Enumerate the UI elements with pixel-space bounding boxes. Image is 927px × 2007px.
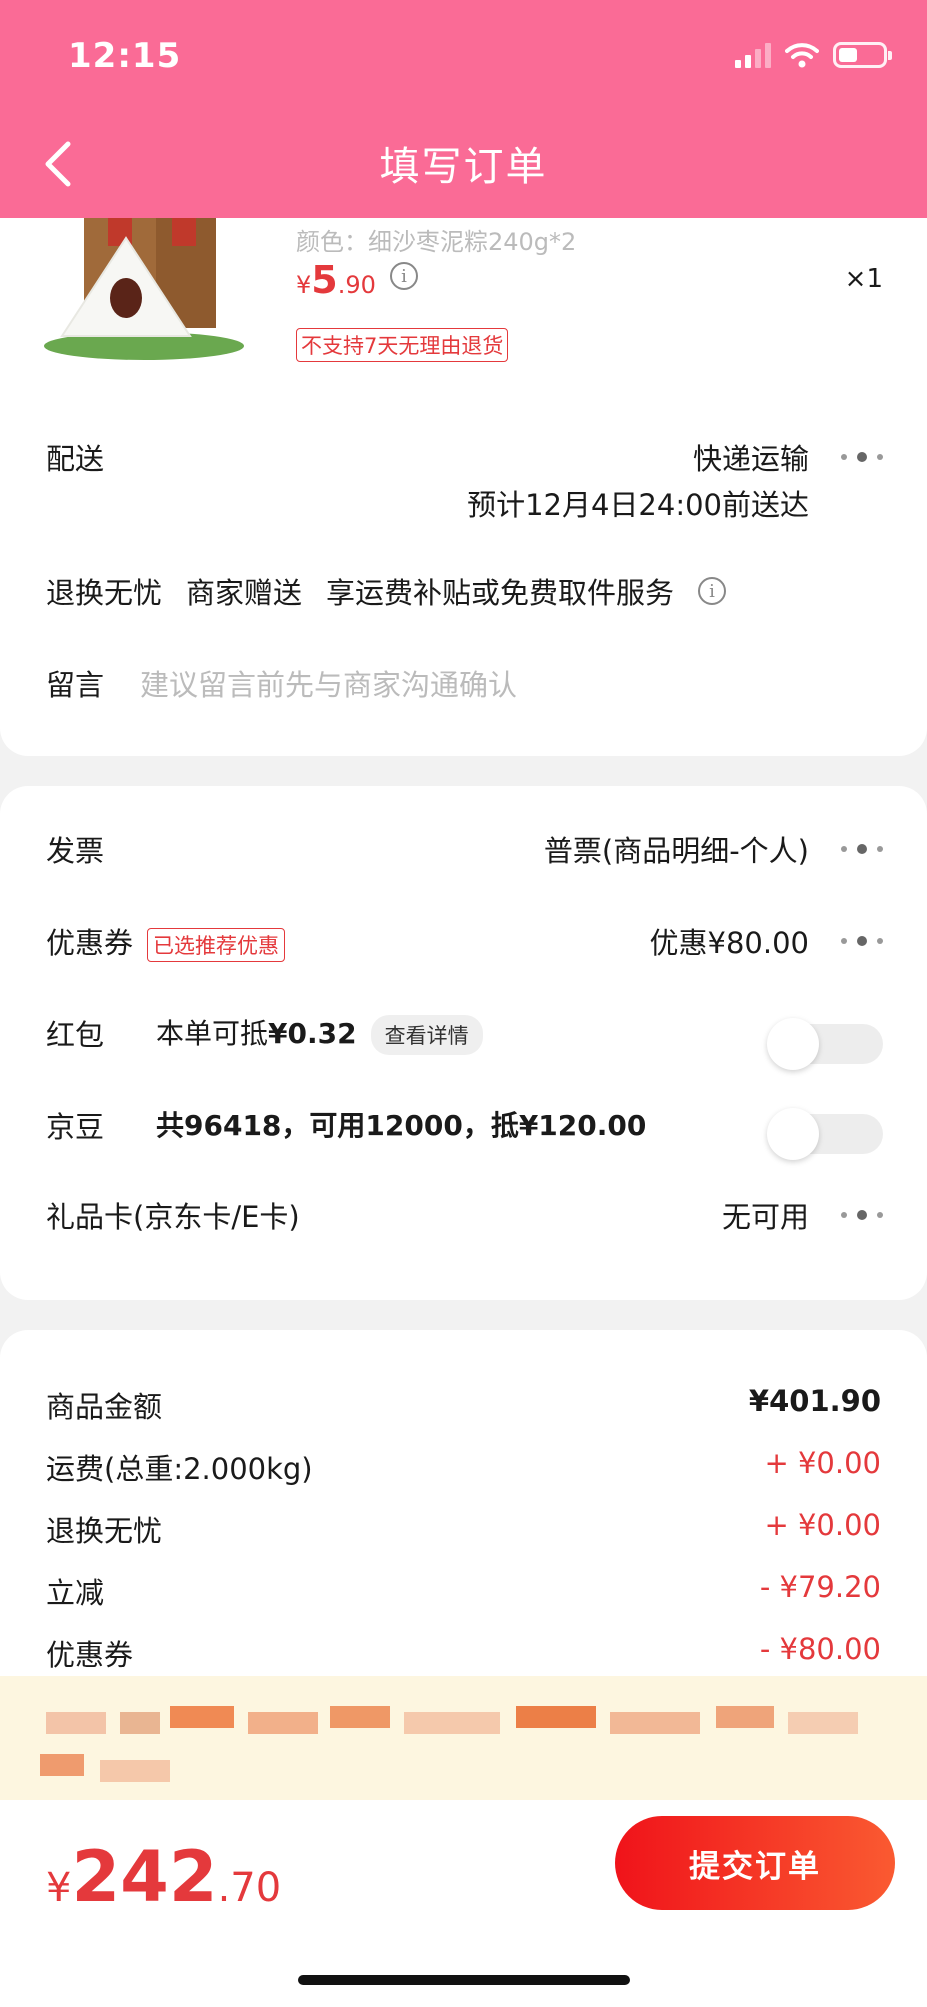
delivery-eta: 预计12月4日24:00前送达 bbox=[467, 488, 809, 522]
coupon-label: 优惠券 bbox=[46, 926, 134, 960]
service-item: 退换无忧 bbox=[46, 576, 163, 610]
product-price: ¥5.90 bbox=[296, 258, 376, 302]
gift-card-value[interactable]: 无可用 bbox=[722, 1194, 809, 1236]
order-item-card: 颜色：细沙枣泥粽240g*2 ¥5.90 i ×1 不支持7天无理由退货 配送 … bbox=[0, 218, 927, 756]
product-image[interactable] bbox=[44, 218, 270, 360]
jd-beans-value: 共96418，可用12000，抵¥120.00 bbox=[156, 1109, 647, 1142]
notice-bar-blurred bbox=[0, 1676, 927, 1800]
coupon-more-icon[interactable] bbox=[841, 936, 883, 946]
price-info-icon[interactable]: i bbox=[390, 262, 418, 290]
price-dec: .90 bbox=[337, 271, 376, 299]
view-details-button[interactable]: 查看详情 bbox=[370, 1015, 483, 1055]
red-packet-prefix: 本单可抵 bbox=[156, 1017, 269, 1050]
red-packet-toggle[interactable] bbox=[767, 1018, 883, 1070]
jd-beans-toggle[interactable] bbox=[767, 1108, 883, 1160]
message-label: 留言 bbox=[46, 668, 105, 702]
home-indicator bbox=[298, 1975, 630, 1985]
status-icons bbox=[735, 40, 892, 70]
summary-label: 立减 bbox=[46, 1576, 105, 1610]
delivery-method[interactable]: 快递运输 bbox=[693, 436, 809, 478]
total-price: ¥242.70 bbox=[46, 1836, 281, 1918]
header-bar: 12:15 填写订单 bbox=[0, 0, 927, 218]
summary-value: ¥401.90 bbox=[748, 1384, 881, 1418]
submit-order-button[interactable]: 提交订单 bbox=[615, 1816, 895, 1910]
service-item: 商家赠送 bbox=[186, 576, 303, 610]
price-currency: ¥ bbox=[296, 271, 312, 299]
gift-card-more-icon[interactable] bbox=[841, 1210, 883, 1220]
summary-label: 优惠券 bbox=[46, 1638, 134, 1672]
service-line[interactable]: 退换无忧 商家赠送 享运费补贴或免费取件服务 i bbox=[46, 570, 727, 612]
product-spec: 颜色：细沙枣泥粽240g*2 bbox=[296, 228, 577, 256]
cellular-signal-icon bbox=[735, 42, 771, 68]
total-currency: ¥ bbox=[46, 1865, 72, 1911]
summary-value: - ¥80.00 bbox=[759, 1632, 881, 1666]
red-packet-value: 本单可抵¥0.32 查看详情 bbox=[156, 1012, 483, 1055]
invoice-more-icon[interactable] bbox=[841, 844, 883, 854]
delivery-label: 配送 bbox=[46, 442, 105, 476]
delivery-more-icon[interactable] bbox=[841, 452, 883, 462]
coupon-value[interactable]: 优惠¥80.00 bbox=[650, 920, 809, 962]
service-item: 享运费补贴或免费取件服务 bbox=[326, 576, 675, 610]
summary-label: 运费(总重:2.000kg) bbox=[46, 1452, 313, 1486]
summary-label: 商品金额 bbox=[46, 1390, 163, 1424]
status-time: 12:15 bbox=[68, 36, 182, 76]
coupon-row: 优惠券 已选推荐优惠 bbox=[46, 920, 286, 962]
wifi-icon bbox=[785, 43, 819, 68]
red-packet-label: 红包 bbox=[46, 1018, 105, 1052]
price-int: 5 bbox=[311, 258, 338, 302]
payment-options-card: 发票 普票(商品明细-个人) 优惠券 已选推荐优惠 优惠¥80.00 红包 本单可… bbox=[0, 786, 927, 1300]
page-title: 填写订单 bbox=[379, 144, 548, 190]
message-input[interactable]: 建议留言前先与商家沟通确认 bbox=[140, 662, 517, 704]
invoice-label: 发票 bbox=[46, 834, 105, 868]
summary-value: + ¥0.00 bbox=[764, 1508, 881, 1542]
red-packet-amount: ¥0.32 bbox=[268, 1017, 357, 1050]
battery-icon bbox=[833, 42, 892, 68]
total-int: 242 bbox=[71, 1836, 218, 1918]
total-dec: .70 bbox=[217, 1865, 282, 1911]
summary-value: + ¥0.00 bbox=[764, 1446, 881, 1480]
return-policy-tag: 不支持7天无理由退货 bbox=[296, 328, 509, 362]
product-quantity: ×1 bbox=[844, 264, 883, 294]
coupon-badge: 已选推荐优惠 bbox=[147, 928, 286, 962]
summary-label: 退换无忧 bbox=[46, 1514, 163, 1548]
service-info-icon[interactable]: i bbox=[698, 577, 727, 605]
gift-card-label: 礼品卡(京东卡/E卡) bbox=[46, 1200, 300, 1234]
invoice-value[interactable]: 普票(商品明细-个人) bbox=[544, 828, 809, 870]
summary-value: - ¥79.20 bbox=[759, 1570, 881, 1604]
price-summary-card: 商品金额 ¥401.90 运费(总重:2.000kg) + ¥0.00 退换无忧… bbox=[0, 1330, 927, 1680]
jd-beans-label: 京豆 bbox=[46, 1110, 105, 1144]
order-page: 12:15 填写订单 颜色：细沙枣泥粽240g*2 ¥5.90 i ×1 不支持… bbox=[0, 0, 927, 2007]
